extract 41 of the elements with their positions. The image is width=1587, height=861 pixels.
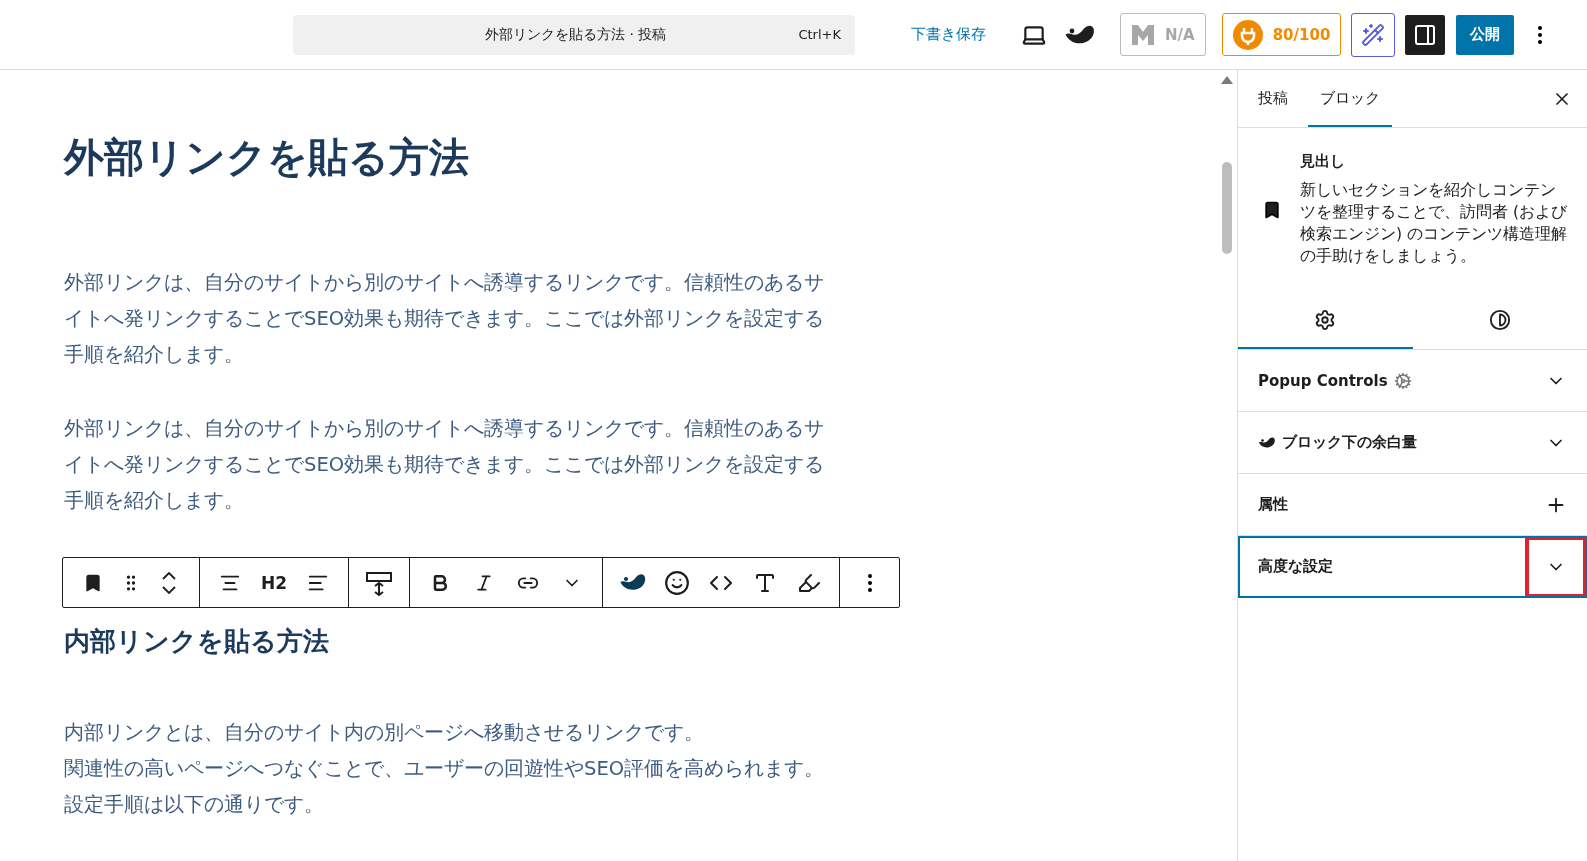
italic-icon [474,572,494,593]
sidebar-toggle-button[interactable] [1405,14,1446,55]
swell-logo-icon [619,572,647,593]
command-bar[interactable]: 外部リンクを貼る方法 · 投稿 Ctrl+K [293,14,855,55]
paragraph: 内部リンクとは、自分のサイト内の別ページへ移動させるリンクです。 関連性の高いページへつなぐことで、ユーザーの回遊性やSEO評価を高められます。 設定手順は以下の通りです。 [64,720,826,818]
heading-level-button[interactable]: H2 [256,562,292,603]
chevron-up-icon [162,571,176,580]
panel-toggle-button[interactable] [1525,535,1587,598]
document-title: 外部リンクを貼る方法 · 投稿 [484,25,668,44]
sidebar-panel-icon [1413,22,1438,47]
publish-button[interactable]: 公開 [1456,14,1515,55]
magic-wand-button[interactable] [1351,12,1396,57]
panel-title[interactable]: 高度な設定 [1258,557,1333,576]
gears-icon [1393,371,1412,390]
smiley-icon [664,569,690,596]
magic-wand-icon [1361,22,1386,47]
sidebar-tab[interactable]: 投稿 [1246,70,1300,127]
block-title: 見出し [1300,152,1346,171]
bookmark-icon [1262,199,1282,220]
shortcut-label: Ctrl+K [798,27,841,42]
more-vertical-icon [1538,25,1543,44]
bookmark-icon [83,572,103,593]
contrast-icon [1488,309,1511,331]
scrollbar-thumb[interactable] [1222,162,1232,254]
block-description: 新しいセクションを紹介しコンテンツを整理することで、訪問者 (および検索エンジン) のコンテンツ構造理解の手助けをしましょう。 [1300,180,1567,267]
panel-title[interactable]: 属性 [1258,495,1288,514]
save-draft-link[interactable]: 下書き保存 [905,24,992,45]
m-logo-icon [1131,22,1155,47]
more-vertical-icon [868,573,872,592]
panel-title[interactable]: ブロック下の余白量 [1282,433,1417,452]
panel-title[interactable]: Popup Controls [1258,371,1388,390]
chevron-down-icon [162,585,176,594]
sidebar-tab[interactable]: ブロック [1308,70,1392,127]
post-title: 外部リンクを貼る方法 [64,133,470,182]
paragraph: 外部リンクは、自分のサイトから別のサイトへ誘導するリンクです。信頼性のあるサ イトへ発リンクすることでSEO効果も期待できます。ここでは外部リンクを設定する 手順を紹介します。 [64,270,826,368]
scroll-up-icon[interactable] [1221,76,1233,84]
section-heading: 内部リンクを貼る方法 [64,625,330,658]
swell-logo-icon [1258,435,1276,450]
paragraph: 外部リンクは、自分のサイトから別のサイトへ誘導するリンクです。信頼性のあるサ イトへ発リンクすることでSEO効果も期待できます。ここでは外部リンクを設定する 手順を紹介します。 [64,416,826,514]
gear-plug-icon [1232,19,1263,50]
settings-icon [1314,309,1337,331]
